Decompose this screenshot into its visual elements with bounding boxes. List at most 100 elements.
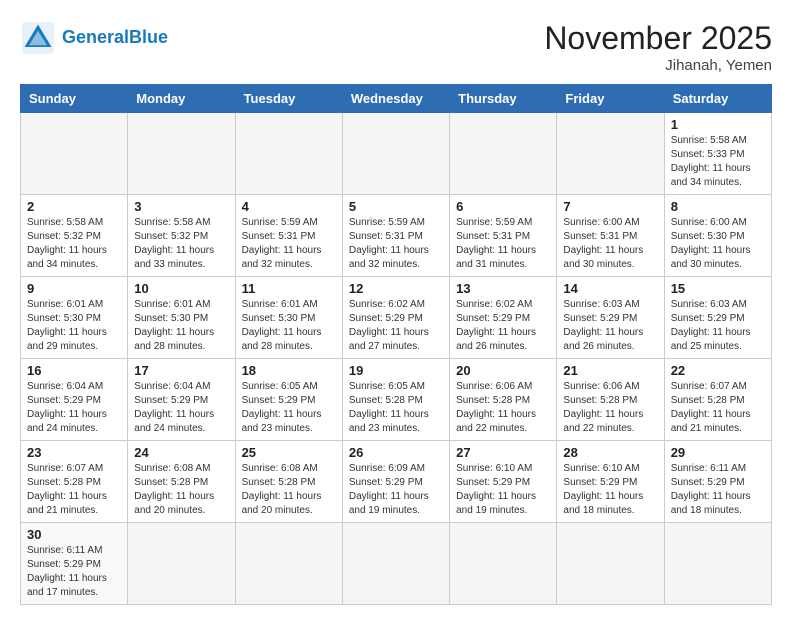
calendar-week-4: 16Sunrise: 6:04 AMSunset: 5:29 PMDayligh… [21,359,772,441]
calendar-week-3: 9 Sunrise: 6:01 AMSunset: 5:30 PMDaylight… [21,277,772,359]
day-info: Sunrise: 5:58 AMSunset: 5:32 PMDaylight:… [27,216,121,272]
logo-blue: Blue [129,27,168,47]
calendar-cell [235,523,342,605]
calendar-cell: 1Sunrise: 5:58 AMSunset: 5:33 PMDaylight… [664,113,771,195]
calendar-cell [342,113,449,195]
day-info: Sunrise: 5:59 AMSunset: 5:31 PMDaylight:… [242,216,336,272]
day-info: Sunrise: 6:01 AMSunset: 5:30 PMDaylight:… [242,298,336,354]
calendar-cell: 15 Sunrise: 6:03 AMSunset: 5:29 PMDayligh… [664,277,771,359]
day-info: Sunrise: 6:03 AMSunset: 5:29 PMDaylight:… [671,298,765,354]
day-info: Sunrise: 6:01 AMSunset: 5:30 PMDaylight:… [27,298,121,354]
day-info: Sunrise: 6:01 AMSunset: 5:30 PMDaylight:… [134,298,228,354]
title-block: November 2025 Jihanah, Yemen [544,20,772,74]
weekday-header-row: SundayMondayTuesdayWednesdayThursdayFrid… [21,85,772,113]
month-title: November 2025 [544,20,772,57]
calendar-cell: 29Sunrise: 6:11 AMSunset: 5:29 PMDayligh… [664,441,771,523]
calendar-cell [664,523,771,605]
day-info: Sunrise: 6:10 AMSunset: 5:29 PMDaylight:… [456,462,550,518]
calendar-cell: 13 Sunrise: 6:02 AMSunset: 5:29 PMDayligh… [450,277,557,359]
day-number: 3 [134,199,228,214]
weekday-header-wednesday: Wednesday [342,85,449,113]
day-number: 6 [456,199,550,214]
day-number: 23 [27,445,121,460]
calendar-cell: 7 Sunrise: 6:00 AMSunset: 5:31 PMDaylight… [557,195,664,277]
calendar-cell: 16Sunrise: 6:04 AMSunset: 5:29 PMDayligh… [21,359,128,441]
day-number: 19 [349,363,443,378]
calendar-cell: 30Sunrise: 6:11 AMSunset: 5:29 PMDayligh… [21,523,128,605]
day-info: Sunrise: 6:08 AMSunset: 5:28 PMDaylight:… [134,462,228,518]
day-info: Sunrise: 6:02 AMSunset: 5:29 PMDaylight:… [349,298,443,354]
day-info: Sunrise: 5:58 AMSunset: 5:32 PMDaylight:… [134,216,228,272]
calendar-cell: 17 Sunrise: 6:04 AMSunset: 5:29 PMDayligh… [128,359,235,441]
calendar-cell: 3 Sunrise: 5:58 AMSunset: 5:32 PMDaylight… [128,195,235,277]
day-info: Sunrise: 6:05 AMSunset: 5:29 PMDaylight:… [242,380,336,436]
calendar-week-2: 2Sunrise: 5:58 AMSunset: 5:32 PMDaylight… [21,195,772,277]
weekday-header-tuesday: Tuesday [235,85,342,113]
day-info: Sunrise: 6:00 AMSunset: 5:31 PMDaylight:… [563,216,657,272]
day-number: 20 [456,363,550,378]
day-number: 18 [242,363,336,378]
day-number: 4 [242,199,336,214]
day-number: 12 [349,281,443,296]
day-info: Sunrise: 6:07 AMSunset: 5:28 PMDaylight:… [671,380,765,436]
calendar-cell: 25 Sunrise: 6:08 AMSunset: 5:28 PMDayligh… [235,441,342,523]
calendar-week-5: 23 Sunrise: 6:07 AMSunset: 5:28 PMDayligh… [21,441,772,523]
calendar-cell: 19 Sunrise: 6:05 AMSunset: 5:28 PMDayligh… [342,359,449,441]
calendar-cell: 23 Sunrise: 6:07 AMSunset: 5:28 PMDayligh… [21,441,128,523]
calendar-cell: 8 Sunrise: 6:00 AMSunset: 5:30 PMDaylight… [664,195,771,277]
day-number: 27 [456,445,550,460]
logo-icon [20,20,56,56]
day-info: Sunrise: 6:09 AMSunset: 5:29 PMDaylight:… [349,462,443,518]
location: Jihanah, Yemen [544,57,772,74]
day-info: Sunrise: 6:07 AMSunset: 5:28 PMDaylight:… [27,462,121,518]
day-info: Sunrise: 6:04 AMSunset: 5:29 PMDaylight:… [134,380,228,436]
calendar-cell: 4 Sunrise: 5:59 AMSunset: 5:31 PMDaylight… [235,195,342,277]
weekday-header-sunday: Sunday [21,85,128,113]
day-number: 22 [671,363,765,378]
day-info: Sunrise: 5:59 AMSunset: 5:31 PMDaylight:… [456,216,550,272]
day-info: Sunrise: 6:03 AMSunset: 5:29 PMDaylight:… [563,298,657,354]
calendar-cell [235,113,342,195]
calendar-cell: 14 Sunrise: 6:03 AMSunset: 5:29 PMDayligh… [557,277,664,359]
calendar-week-1: 1Sunrise: 5:58 AMSunset: 5:33 PMDaylight… [21,113,772,195]
calendar-cell [342,523,449,605]
weekday-header-monday: Monday [128,85,235,113]
day-info: Sunrise: 6:06 AMSunset: 5:28 PMDaylight:… [456,380,550,436]
calendar-cell [450,523,557,605]
day-info: Sunrise: 6:11 AMSunset: 5:29 PMDaylight:… [671,462,765,518]
day-number: 26 [349,445,443,460]
day-info: Sunrise: 5:59 AMSunset: 5:31 PMDaylight:… [349,216,443,272]
day-number: 13 [456,281,550,296]
logo-text: GeneralBlue [62,28,168,48]
day-number: 24 [134,445,228,460]
calendar-cell [557,523,664,605]
day-number: 9 [27,281,121,296]
calendar-week-6: 30Sunrise: 6:11 AMSunset: 5:29 PMDayligh… [21,523,772,605]
day-info: Sunrise: 6:11 AMSunset: 5:29 PMDaylight:… [27,544,121,600]
day-info: Sunrise: 6:05 AMSunset: 5:28 PMDaylight:… [349,380,443,436]
calendar-cell: 2Sunrise: 5:58 AMSunset: 5:32 PMDaylight… [21,195,128,277]
day-number: 14 [563,281,657,296]
calendar-cell: 10Sunrise: 6:01 AMSunset: 5:30 PMDayligh… [128,277,235,359]
calendar-cell: 12 Sunrise: 6:02 AMSunset: 5:29 PMDayligh… [342,277,449,359]
day-number: 25 [242,445,336,460]
day-info: Sunrise: 6:00 AMSunset: 5:30 PMDaylight:… [671,216,765,272]
day-number: 15 [671,281,765,296]
calendar-cell: 26 Sunrise: 6:09 AMSunset: 5:29 PMDayligh… [342,441,449,523]
calendar-cell [21,113,128,195]
calendar-cell: 21Sunrise: 6:06 AMSunset: 5:28 PMDayligh… [557,359,664,441]
calendar-cell: 18 Sunrise: 6:05 AMSunset: 5:29 PMDayligh… [235,359,342,441]
day-info: Sunrise: 6:02 AMSunset: 5:29 PMDaylight:… [456,298,550,354]
day-info: Sunrise: 5:58 AMSunset: 5:33 PMDaylight:… [671,134,765,190]
day-number: 8 [671,199,765,214]
calendar-cell: 28Sunrise: 6:10 AMSunset: 5:29 PMDayligh… [557,441,664,523]
logo-general: General [62,27,129,47]
weekday-header-thursday: Thursday [450,85,557,113]
day-number: 17 [134,363,228,378]
day-number: 7 [563,199,657,214]
page-header: GeneralBlue November 2025 Jihanah, Yemen [20,20,772,74]
calendar-cell [450,113,557,195]
day-info: Sunrise: 6:08 AMSunset: 5:28 PMDaylight:… [242,462,336,518]
calendar-cell: 5Sunrise: 5:59 AMSunset: 5:31 PMDaylight… [342,195,449,277]
calendar-cell: 9 Sunrise: 6:01 AMSunset: 5:30 PMDaylight… [21,277,128,359]
